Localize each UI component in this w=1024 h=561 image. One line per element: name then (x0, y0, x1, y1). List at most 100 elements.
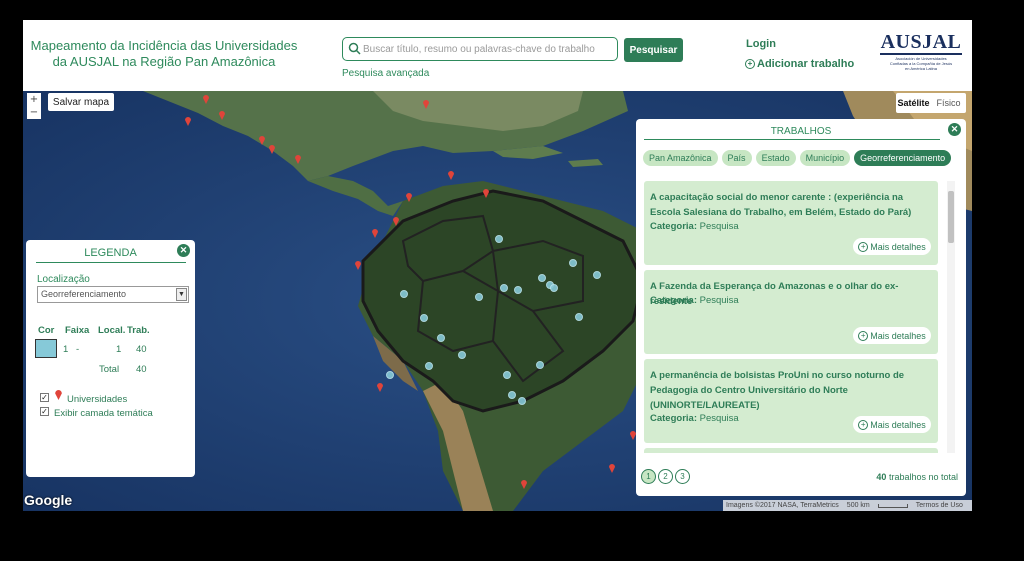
university-pin[interactable] (448, 171, 454, 180)
more-details-button[interactable]: + Mais detalhes (853, 238, 931, 255)
university-pin[interactable] (295, 155, 301, 164)
thematic-layer-checkbox[interactable]: ✓ (40, 407, 49, 416)
work-marker[interactable] (538, 274, 546, 282)
work-card[interactable] (644, 448, 938, 453)
thematic-layer-label: Exibir camada temática (54, 408, 153, 419)
work-card[interactable]: A Fazenda da Esperança do Amazonas e o o… (644, 270, 938, 354)
zoom-out-button[interactable]: − (27, 106, 41, 119)
plus-circle-icon: + (858, 419, 869, 430)
tab-pan-amazonica[interactable]: Pan Amazônica (643, 150, 718, 166)
local-value: 1 (116, 344, 122, 355)
university-pin[interactable] (377, 383, 383, 392)
works-total: 40 trabalhos no total (876, 472, 958, 482)
site-header: Mapeamento da Incidência das Universidad… (23, 20, 972, 91)
tab-municipio[interactable]: Município (799, 150, 851, 166)
work-marker[interactable] (575, 313, 583, 321)
work-marker[interactable] (458, 351, 466, 359)
plus-circle-icon: + (858, 330, 869, 341)
map-type-physical[interactable]: Físico (931, 93, 966, 113)
col-cor: Cor (38, 325, 55, 336)
location-label: Localização (37, 274, 90, 285)
universities-label: Universidades (67, 394, 128, 405)
page-2-button[interactable]: 2 (658, 469, 673, 484)
work-marker[interactable] (500, 284, 508, 292)
work-marker[interactable] (569, 259, 577, 267)
university-pin[interactable] (521, 480, 527, 489)
legend-close-icon[interactable]: ✕ (177, 244, 190, 257)
university-pin[interactable] (219, 111, 225, 120)
university-pin[interactable] (355, 261, 361, 270)
work-marker[interactable] (508, 391, 516, 399)
map-type-toggle: Satélite Físico (896, 93, 966, 113)
work-card[interactable]: A permanência de bolsistas ProUni no cur… (644, 359, 938, 443)
page-1-button[interactable]: 1 (641, 469, 656, 484)
works-list[interactable]: A capacitação social do menor carente : … (644, 181, 938, 453)
work-marker[interactable] (386, 371, 394, 379)
page-3-button[interactable]: 3 (675, 469, 690, 484)
work-marker[interactable] (437, 334, 445, 342)
work-title[interactable]: A permanência de bolsistas ProUni no cur… (650, 368, 932, 413)
app-window: Mapeamento da Incidência das Universidad… (23, 20, 972, 511)
location-select[interactable]: Georreferenciamento ▼ (37, 286, 189, 303)
login-link[interactable]: Login (746, 38, 776, 50)
terms-link[interactable]: Termos de Uso (916, 502, 963, 509)
map-type-satellite[interactable]: Satélite (896, 93, 931, 113)
more-details-button[interactable]: + Mais detalhes (853, 416, 931, 433)
trab-value: 40 (136, 344, 147, 355)
plus-circle-icon: + (858, 241, 869, 252)
work-marker[interactable] (400, 290, 408, 298)
attribution-text: Imagens ©2017 NASA, TerraMetrics (726, 502, 839, 509)
university-pin[interactable] (203, 95, 209, 104)
work-marker[interactable] (495, 235, 503, 243)
total-label: Total (99, 364, 120, 375)
works-total-suffix: trabalhos no total (888, 472, 958, 482)
work-marker[interactable] (536, 361, 544, 369)
university-pin[interactable] (269, 145, 275, 154)
university-pin[interactable] (483, 189, 489, 198)
university-pin[interactable] (185, 117, 191, 126)
work-marker[interactable] (425, 362, 433, 370)
search-button[interactable]: Pesquisar (624, 38, 683, 62)
site-title[interactable]: Mapeamento da Incidência das Universidad… (29, 38, 299, 70)
works-title: TRABALHOS (770, 126, 832, 137)
work-card[interactable]: A capacitação social do menor carente : … (644, 181, 938, 265)
university-pin[interactable] (609, 464, 615, 473)
tab-estado[interactable]: Estado (755, 150, 796, 166)
panel-close-icon[interactable]: ✕ (948, 123, 961, 136)
add-work-link[interactable]: + Adicionar trabalho (745, 58, 854, 70)
list-scrollbar[interactable] (947, 181, 955, 453)
work-title[interactable]: A capacitação social do menor carente : … (650, 190, 932, 220)
scrollbar-thumb[interactable] (948, 191, 954, 243)
dropdown-arrow-icon[interactable]: ▼ (176, 288, 187, 301)
legend-panel: LEGENDA ✕ Localização Georreferenciament… (26, 240, 195, 477)
advanced-search-link[interactable]: Pesquisa avançada (342, 68, 429, 79)
tab-pais[interactable]: País (721, 150, 752, 166)
search-input[interactable] (363, 40, 613, 58)
work-marker[interactable] (420, 314, 428, 322)
filter-tabs: Pan Amazônica País Estado Município Geor… (643, 150, 952, 166)
tab-georreferenciamento[interactable]: Georreferenciamento (854, 150, 952, 166)
university-pin[interactable] (406, 193, 412, 202)
university-pin[interactable] (259, 136, 265, 145)
university-pin[interactable] (423, 100, 429, 109)
save-map-button[interactable]: Salvar mapa (48, 93, 114, 111)
zoom-in-button[interactable]: + (27, 93, 41, 106)
work-marker[interactable] (503, 371, 511, 379)
work-marker[interactable] (593, 271, 601, 279)
work-marker[interactable] (475, 293, 483, 301)
university-pin[interactable] (393, 217, 399, 226)
ausjal-logo[interactable]: AUSJAL Asociación de Universidades Confi… (876, 32, 966, 71)
university-pin[interactable] (372, 229, 378, 238)
logo-subtitle-3: en América Latina (904, 65, 938, 71)
google-logo: Google (24, 492, 73, 508)
map-attribution: Imagens ©2017 NASA, TerraMetrics 500 km … (723, 500, 972, 511)
color-swatch (35, 339, 57, 358)
scale-label[interactable]: 500 km (847, 502, 870, 509)
col-local: Local. (98, 325, 126, 336)
work-marker[interactable] (518, 397, 526, 405)
work-marker[interactable] (550, 284, 558, 292)
plus-circle-icon: + (745, 59, 755, 69)
universities-checkbox[interactable]: ✓ (40, 393, 49, 402)
work-marker[interactable] (514, 286, 522, 294)
more-details-button[interactable]: + Mais detalhes (853, 327, 931, 344)
